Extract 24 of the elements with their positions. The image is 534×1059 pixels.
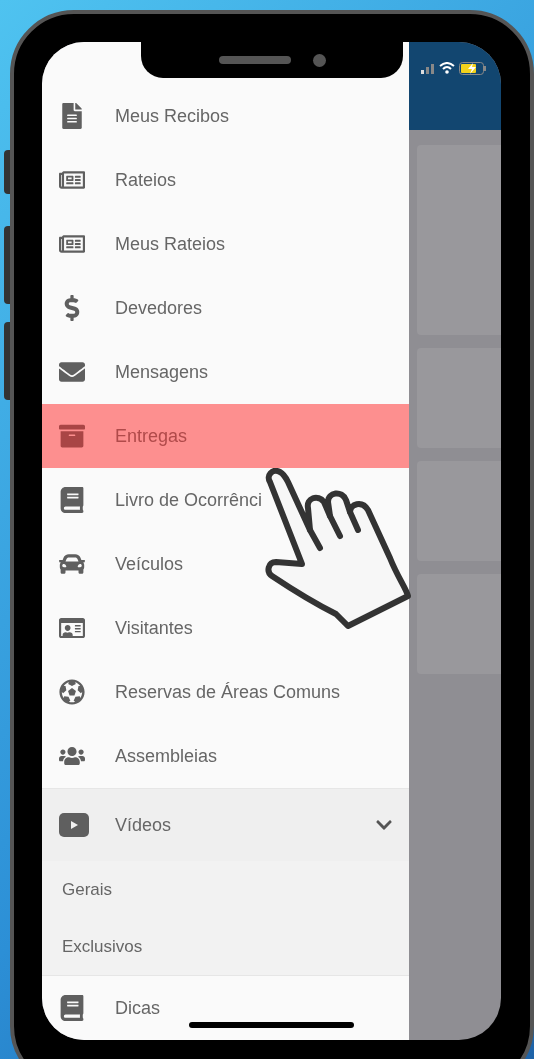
menu-item[interactable]: Mensagens bbox=[42, 340, 409, 404]
box-icon bbox=[59, 423, 85, 449]
book-icon bbox=[59, 487, 85, 513]
document-icon bbox=[59, 103, 85, 129]
battery-charging-icon bbox=[459, 62, 487, 75]
submenu-item[interactable]: Gerais bbox=[42, 861, 409, 918]
menu-item[interactable]: Meus Rateios bbox=[42, 212, 409, 276]
menu-item[interactable]: Assembleias bbox=[42, 724, 409, 788]
menu-item[interactable]: Meus Recibos bbox=[42, 84, 409, 148]
envelope-icon bbox=[59, 359, 85, 385]
menu-item[interactable]: Dicas bbox=[42, 976, 409, 1040]
car-icon bbox=[59, 551, 85, 577]
menu-item[interactable]: Reservas de Áreas Comuns bbox=[42, 660, 409, 724]
menu-item[interactable]: Visitantes bbox=[42, 596, 409, 660]
id-card-icon bbox=[59, 615, 85, 641]
wifi-icon bbox=[439, 62, 455, 74]
submenu-item[interactable]: Exclusivos bbox=[42, 918, 409, 975]
signal-icon bbox=[421, 62, 435, 74]
menu-item[interactable]: Rateios bbox=[42, 148, 409, 212]
menu-item[interactable]: Livro de Ocorrênci bbox=[42, 468, 409, 532]
book-icon bbox=[59, 995, 85, 1021]
menu-item[interactable]: Devedores bbox=[42, 276, 409, 340]
play-icon bbox=[59, 813, 89, 837]
menu-item[interactable]: Veículos bbox=[42, 532, 409, 596]
